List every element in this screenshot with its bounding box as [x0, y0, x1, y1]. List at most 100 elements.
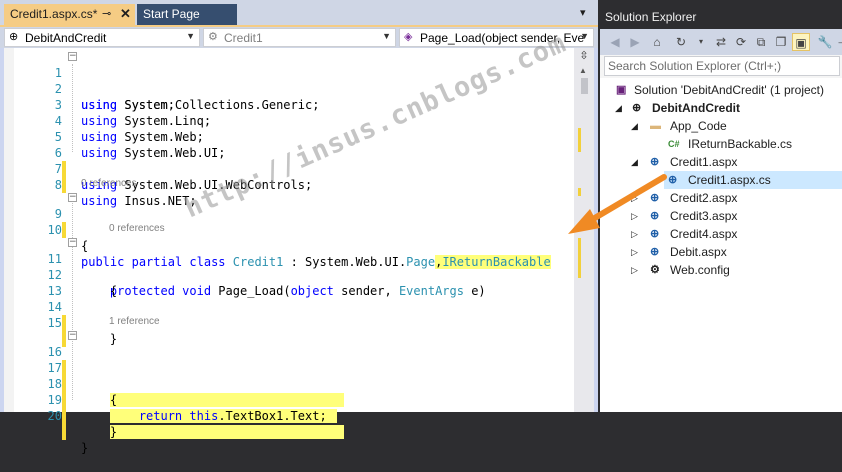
code-line: 14 }: [4, 283, 576, 346]
code-line: 13: [4, 267, 576, 298]
tab-label: Credit1.aspx.cs*: [10, 7, 98, 21]
web-project-icon: ⊕: [9, 31, 19, 43]
tree-node-ireturnbackable[interactable]: C# IReturnBackable.cs: [600, 135, 842, 153]
code-line: 9 − public partial class Credit1 : Syste…: [4, 190, 576, 269]
tree-node-credit1-aspx[interactable]: ◢ ⊕ Credit1.aspx: [600, 153, 842, 171]
more-icon[interactable]: ‒: [832, 33, 842, 51]
code-text-area[interactable]: 1 − using System; 2 using System.Collect…: [4, 48, 594, 455]
tree-node-label: DebitAndCredit: [652, 101, 740, 115]
tree-node-credit2-aspx[interactable]: ▷ ⊕ Credit2.aspx: [600, 189, 842, 207]
expanded-icon[interactable]: ◢: [615, 99, 622, 117]
refresh-icon[interactable]: ⟳: [732, 33, 750, 51]
scrollbar-thumb[interactable]: [581, 78, 588, 94]
collapse-icon[interactable]: −: [68, 331, 77, 340]
search-solution-explorer-input[interactable]: Search Solution Explorer (Ctrl+;): [604, 56, 840, 76]
tree-node-credit1-aspx-cs[interactable]: ⊕ Credit1.aspx.cs: [664, 171, 842, 189]
web-page-icon: ⊕: [650, 156, 660, 168]
collapse-icon[interactable]: −: [68, 238, 77, 247]
solution-explorer-toolbar: ◀ ▶ ⌂ ↻ ▾ ⇄ ⟳ ⧉ ❐ ▣ 🔧 ‒: [600, 29, 842, 55]
tree-node-credit3-aspx[interactable]: ▷ ⊕ Credit3.aspx: [600, 207, 842, 225]
vertical-scrollbar[interactable]: ⇳ ▲: [574, 48, 594, 412]
code-line: 16 − public object ReturnBackMoney(): [4, 328, 576, 407]
tree-node-credit4-aspx[interactable]: ▷ ⊕ Credit4.aspx: [600, 225, 842, 243]
method-icon: ◈: [404, 31, 413, 43]
codelens-references[interactable]: 0 references: [109, 222, 165, 235]
tree-node-label: Debit.aspx: [670, 245, 727, 259]
tree-node-label: Credit2.aspx: [670, 191, 738, 205]
tree-node-debit-aspx[interactable]: ▷ ⊕ Debit.aspx: [600, 243, 842, 261]
sync-icon[interactable]: ⇄: [712, 33, 730, 51]
code-line: 3 using System.Linq;: [4, 81, 576, 128]
code-line: 15: [4, 299, 576, 347]
chevron-down-icon[interactable]: ▾: [692, 33, 710, 51]
tab-start-page[interactable]: Start Page: [137, 4, 237, 25]
close-icon[interactable]: ✕: [120, 6, 131, 22]
class-dropdown[interactable]: ⚙ Credit1 ▼: [203, 28, 396, 47]
solution-tree: ▣ Solution 'DebitAndCredit' (1 project) …: [600, 78, 842, 412]
collapsed-icon[interactable]: ▷: [631, 261, 638, 279]
forward-icon[interactable]: ▶: [626, 33, 644, 51]
code-line: 20 }: [4, 392, 576, 455]
collapse-all-icon[interactable]: ⧉: [752, 33, 770, 51]
collapsed-icon[interactable]: ▷: [631, 207, 638, 225]
tree-node-solution[interactable]: ▣ Solution 'DebitAndCredit' (1 project): [600, 81, 842, 99]
history-icon[interactable]: ↻: [672, 33, 690, 51]
tree-node-label: Solution 'DebitAndCredit' (1 project): [634, 83, 825, 97]
chevron-down-icon: ▼: [186, 31, 195, 41]
code-line: 12 {: [4, 251, 576, 298]
code-line: 2 using System.Collections.Generic;: [4, 65, 576, 112]
class-icon: ⚙: [208, 31, 218, 43]
codelens-references[interactable]: 1 reference: [109, 315, 160, 328]
home-icon[interactable]: ⌂: [648, 33, 666, 51]
collapsed-icon[interactable]: ▷: [631, 243, 638, 261]
codelens-references[interactable]: 0 references: [81, 177, 137, 190]
chevron-down-icon: ▼: [580, 31, 589, 41]
show-all-files-icon[interactable]: ❐: [772, 33, 790, 51]
tree-node-label: IReturnBackable.cs: [688, 137, 793, 151]
preview-icon[interactable]: ▣: [792, 33, 810, 51]
code-behind-icon: ⊕: [668, 174, 678, 186]
tree-node-project[interactable]: ◢ ⊕ DebitAndCredit: [600, 99, 842, 117]
scroll-up-icon[interactable]: ▲: [579, 66, 587, 75]
collapse-icon[interactable]: −: [68, 52, 77, 61]
member-dropdown[interactable]: ◈ Page_Load(object sender, Eve ▼: [399, 28, 594, 47]
code-line: 8: [4, 161, 576, 192]
expanded-icon[interactable]: ◢: [631, 153, 638, 171]
pin-icon[interactable]: ⊸: [102, 7, 111, 20]
collapsed-icon[interactable]: ▷: [631, 189, 638, 207]
folder-icon: ▬: [650, 120, 661, 132]
navigation-bar: ⊕ DebitAndCredit ▼ ⚙ Credit1 ▼ ◈ Page_Lo…: [0, 27, 598, 48]
collapsed-icon[interactable]: ▷: [631, 225, 638, 243]
chevron-down-icon: ▼: [382, 31, 391, 41]
web-page-icon: ⊕: [650, 246, 660, 258]
code-line: 6 using System.Web.UI.WebControls;: [4, 129, 576, 192]
web-page-icon: ⊕: [650, 210, 660, 222]
project-dropdown[interactable]: ⊕ DebitAndCredit ▼: [4, 28, 200, 47]
scrollbar-change-marker: [578, 238, 581, 278]
tree-node-app-code[interactable]: ◢ ▬ App_Code: [600, 117, 842, 135]
tree-node-web-config[interactable]: ▷ ⚙ Web.config: [600, 261, 842, 279]
code-line: 5 using System.Web.UI;: [4, 113, 576, 160]
code-line: 18 return this.TextBox1.Text;: [4, 360, 576, 423]
tab-label: Start Page: [143, 7, 200, 21]
expanded-icon[interactable]: ◢: [631, 117, 638, 135]
solution-icon: ▣: [616, 84, 627, 96]
tab-dropdown-icon[interactable]: ▾: [580, 6, 586, 19]
tree-node-label: Credit4.aspx: [670, 227, 738, 241]
web-project-icon: ⊕: [632, 102, 642, 114]
split-window-icon[interactable]: ⇳: [577, 50, 591, 62]
web-page-icon: ⊕: [650, 228, 660, 240]
code-line: 10 {: [4, 206, 576, 253]
document-tab-well: Credit1.aspx.cs* ⊸ ✕ Start Page ▾: [0, 0, 598, 27]
tree-node-label: App_Code: [670, 119, 727, 133]
tab-credit1-aspx-cs[interactable]: Credit1.aspx.cs* ⊸ ✕: [4, 4, 135, 25]
code-line: 1 − using System;: [4, 49, 576, 113]
code-line: 17 {: [4, 344, 576, 407]
collapse-icon[interactable]: −: [68, 193, 77, 202]
code-text: }: [81, 424, 344, 440]
solution-explorer: Solution Explorer ◀ ▶ ⌂ ↻ ▾ ⇄ ⟳ ⧉ ❐ ▣ 🔧 …: [600, 0, 842, 412]
tree-node-label: Credit1.aspx: [670, 155, 738, 169]
web-page-icon: ⊕: [650, 192, 660, 204]
change-marker: [62, 408, 66, 424]
back-icon[interactable]: ◀: [606, 33, 624, 51]
